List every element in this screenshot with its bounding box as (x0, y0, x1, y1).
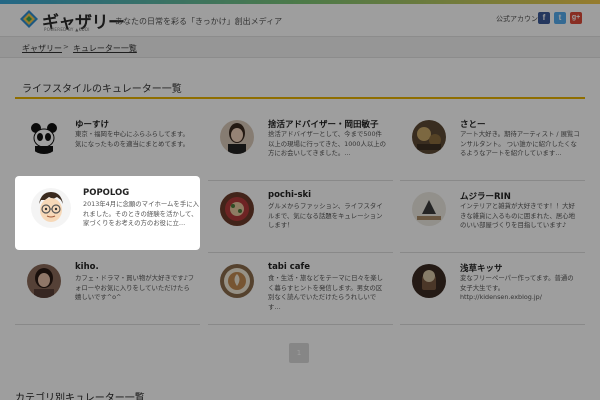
woman-avatar-icon (220, 120, 254, 154)
curator-name[interactable]: 浅草キッサ (460, 262, 503, 274)
curator-description: 変なフリーペーパー作ってます。普通の女子大生です。 http://kidense… (460, 274, 574, 302)
breadcrumb-home-link[interactable]: ギャザリー (22, 43, 62, 54)
curator-name[interactable]: さとー (460, 118, 486, 130)
curator-card[interactable]: pochi-ski グルメからファッション、ライフスタイルまで、気になる話題をキ… (208, 190, 393, 254)
curator-card[interactable]: ゆーすけ 東京・福岡を中心にふらふらしてます。気になったものを適当にまとめてます… (15, 120, 200, 182)
gathery-logo-icon[interactable] (20, 10, 38, 28)
curator-card[interactable]: kiho. カフェ・ドラマ・買い物が大好きです♪フォローやお気に入りをしていただ… (15, 262, 200, 326)
breadcrumb-separator: > (63, 43, 69, 51)
curator-description: 食・生活・旅などをテーマに日々を楽しく暮らすヒントを発信します。男女の区別なく読… (268, 274, 384, 311)
facebook-icon[interactable]: f (538, 12, 550, 24)
curator-description: アート大好き。期待アーティスト / 展覧コンサルタント。 つい誰かに紹介したくな… (460, 130, 580, 158)
pagination-current-page[interactable]: 1 (289, 343, 309, 363)
glasses-man-avatar-icon (31, 188, 71, 228)
curator-description: 捨活アドバイザーとして、今まで500件以上の現場に行ってきた、1000人以上の方… (268, 130, 387, 158)
curator-name[interactable]: tabi cafe (268, 262, 310, 272)
curator-description: グルメからファッション、ライフスタイルまで、気になる話題をキュレーションします！ (268, 202, 383, 230)
curator-name[interactable]: ゆーすけ (75, 118, 109, 130)
dish-avatar-icon (220, 192, 254, 226)
girl-avatar-icon (27, 264, 61, 298)
curator-card[interactable]: 捨活アドバイザー・岡田敏子 捨活アドバイザーとして、今まで500件以上の現場に行… (208, 120, 393, 182)
curator-card[interactable]: さとー アート大好き。期待アーティスト / 展覧コンサルタント。 つい誰かに紹介… (400, 120, 585, 182)
title-underline (15, 97, 585, 99)
curator-description: カフェ・ドラマ・買い物が大好きです♪フォローやお気に入りをしていただけたら嬉しい… (75, 274, 195, 302)
breadcrumb-current-link[interactable]: キュレーター一覧 (73, 43, 137, 54)
cafe-avatar-icon (412, 264, 446, 298)
curator-card[interactable]: tabi cafe 食・生活・旅などをテーマに日々を楽しく暮らすヒントを発信しま… (208, 262, 393, 326)
curator-description: インテリアと雑貨が大好きです！！大好きな雑貨に入るものに囲まれた、居心地のいい部… (460, 202, 576, 230)
site-tagline: あなたの日常を彩る「きっかけ」創出メディア (115, 17, 283, 26)
breadcrumb: ギャザリー > キュレーター一覧 (0, 36, 600, 58)
card-divider (15, 324, 200, 325)
curator-name[interactable]: 捨活アドバイザー・岡田敏子 (268, 118, 379, 130)
card-divider (400, 252, 585, 253)
latte-avatar-icon (220, 264, 254, 298)
curator-card[interactable]: ムジラーRIN インテリアと雑貨が大好きです！！大好きな雑貨に入るものに囲まれた… (400, 192, 585, 254)
curator-name[interactable]: POPOLOG (83, 188, 129, 198)
twitter-icon[interactable]: t (554, 12, 566, 24)
panda-avatar-icon (27, 120, 61, 154)
curator-name[interactable]: ムジラーRIN (460, 190, 511, 202)
interior-avatar-icon (412, 192, 446, 226)
curator-description: 2013年4月に念願のマイホームを手に入れました。そのときの経験を活かして、家づ… (83, 200, 199, 228)
card-divider (208, 324, 393, 325)
curator-name[interactable]: kiho. (75, 262, 99, 272)
card-divider (208, 252, 393, 253)
google-plus-icon[interactable]: g+ (570, 12, 582, 24)
card-divider (208, 180, 393, 181)
page-title: ライフスタイルのキュレーター一覧 (22, 84, 182, 95)
curator-name[interactable]: pochi-ski (268, 190, 311, 200)
curator-description: 東京・福岡を中心にふらふらしてます。気になったものを適当にまとめてます。 (75, 130, 190, 148)
curator-card[interactable]: 浅草キッサ 変なフリーペーパー作ってます。普通の女子大生です。 http://k… (400, 264, 585, 326)
card-divider (400, 324, 585, 325)
art-avatar-icon (412, 120, 446, 154)
card-divider (400, 180, 585, 181)
category-curators-heading: カテゴリ別キュレーター一覧 (15, 393, 145, 400)
site-header: ギャザリー POWERED BY ▲KDDI あなたの日常を彩る「きっかけ」創出… (0, 4, 600, 36)
highlighted-curator-card[interactable]: POPOLOG 2013年4月に念願のマイホームを手に入れました。そのときの経験… (15, 176, 200, 250)
powered-by-label: POWERED BY ▲KDDI (44, 27, 90, 32)
